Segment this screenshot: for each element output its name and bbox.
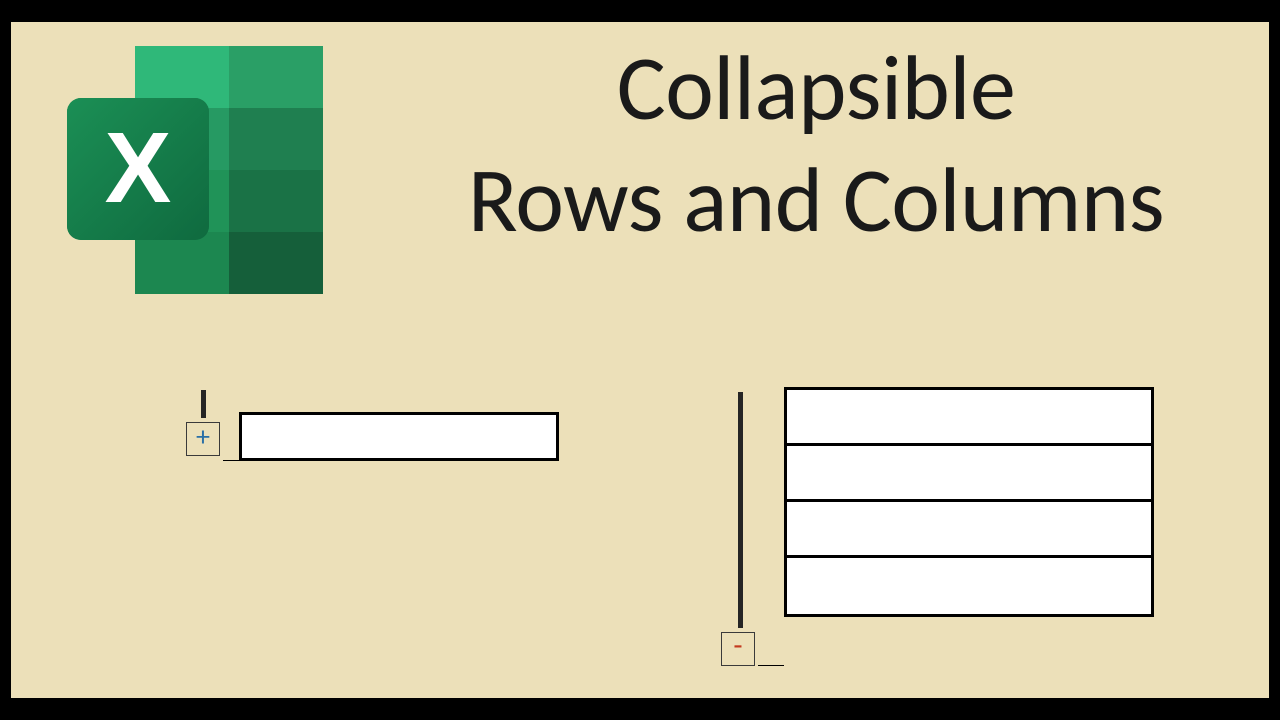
expanded-group-diagram: - — [714, 392, 1174, 672]
plus-icon: + — [196, 423, 210, 451]
collapsed-group-diagram: + — [179, 390, 599, 480]
table-row — [787, 446, 1151, 502]
expand-button[interactable]: + — [186, 422, 220, 456]
title-line-1: Collapsible — [381, 32, 1251, 144]
outline-bracket-expanded — [738, 392, 743, 628]
row-header-divider — [758, 665, 784, 666]
table-row — [787, 390, 1151, 446]
outline-bracket-collapsed — [201, 390, 206, 418]
excel-letter: X — [105, 112, 172, 224]
table-row — [787, 502, 1151, 558]
collapsed-row-cell — [239, 412, 559, 461]
collapse-button[interactable]: - — [721, 632, 755, 666]
excel-icon: X — [57, 40, 337, 300]
slide-title: Collapsible Rows and Columns — [381, 32, 1251, 256]
expanded-rows-cells — [784, 387, 1154, 617]
table-row — [787, 558, 1151, 614]
slide-frame: X Collapsible Rows and Columns + - — [0, 11, 1280, 709]
row-header-divider — [223, 460, 239, 461]
title-line-2: Rows and Columns — [381, 144, 1251, 256]
